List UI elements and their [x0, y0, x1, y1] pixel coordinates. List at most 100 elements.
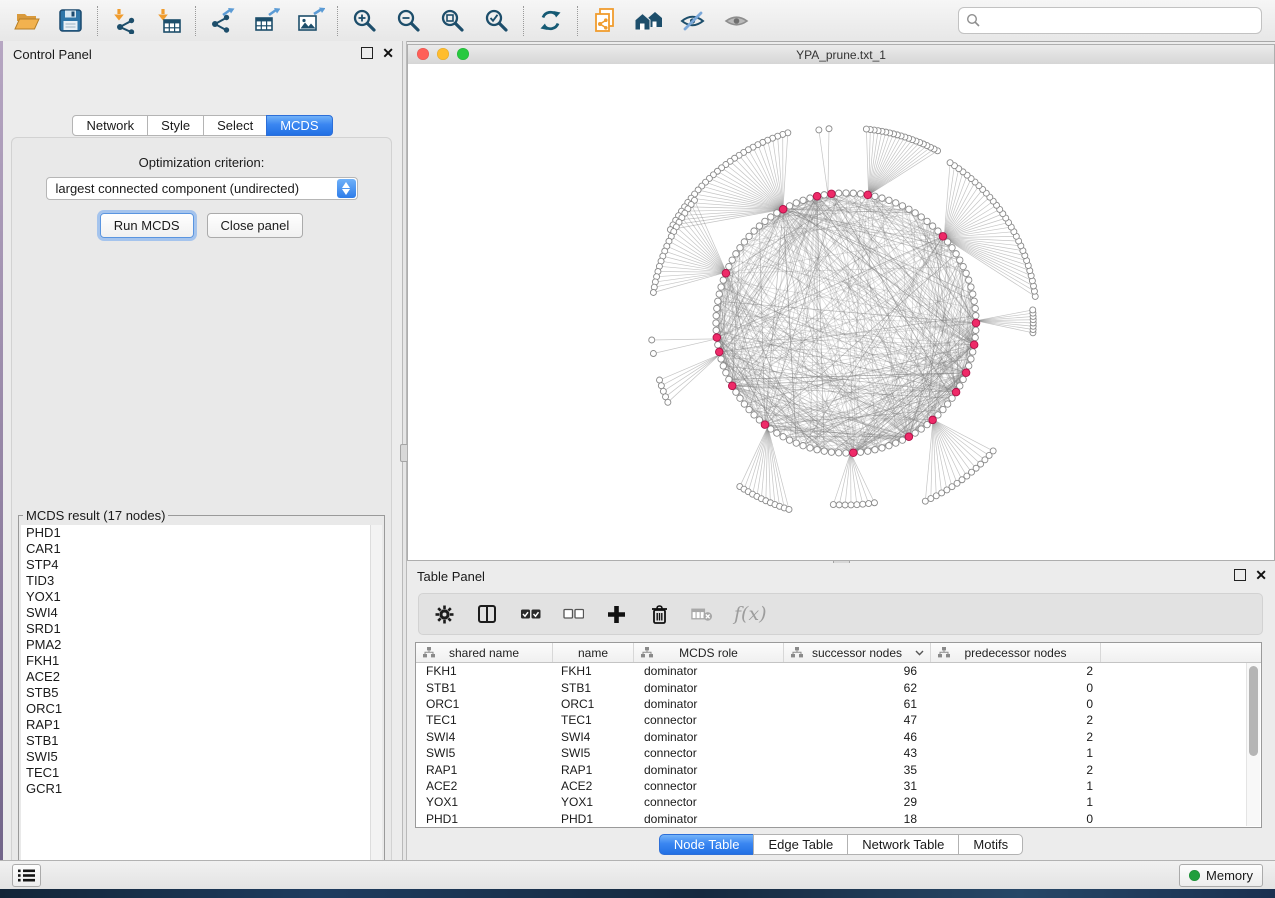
graph-hub-node[interactable]	[970, 341, 978, 349]
duplicate-network-icon[interactable]	[588, 4, 621, 37]
tab-node-table[interactable]: Node Table	[659, 834, 755, 855]
graph-node[interactable]	[968, 284, 974, 290]
memory-button[interactable]: Memory	[1179, 864, 1263, 887]
table-row[interactable]: YOX1YOX1connector291	[416, 794, 1261, 810]
graph-node[interactable]	[970, 291, 976, 297]
graph-hub-node[interactable]	[828, 190, 836, 198]
graph-node[interactable]	[857, 449, 863, 455]
graph-hub-node[interactable]	[813, 192, 821, 200]
graph-hub-node[interactable]	[905, 433, 913, 441]
window-close-button[interactable]	[417, 48, 429, 60]
graph-node[interactable]	[821, 448, 827, 454]
graph-hub-node[interactable]	[864, 191, 872, 199]
refresh-icon[interactable]	[534, 4, 567, 37]
table-row[interactable]: FKH1FKH1dominator962	[416, 663, 1261, 679]
graph-node[interactable]	[924, 218, 930, 224]
column-chooser-icon[interactable]	[476, 603, 498, 625]
graph-node[interactable]	[899, 437, 905, 443]
graph-node[interactable]	[746, 233, 752, 239]
result-node-yox1[interactable]: YOX1	[21, 589, 382, 605]
graph-node[interactable]	[733, 251, 739, 257]
graph-node[interactable]	[918, 214, 924, 220]
result-node-car1[interactable]: CAR1	[21, 541, 382, 557]
graph-node[interactable]	[828, 449, 834, 455]
graph-node[interactable]	[1030, 307, 1036, 313]
graph-node[interactable]	[918, 426, 924, 432]
table-settings-gear-icon[interactable]	[433, 603, 455, 625]
graph-node[interactable]	[807, 445, 813, 451]
graph-hub-node[interactable]	[962, 369, 970, 377]
graph-node[interactable]	[949, 245, 955, 251]
window-minimize-button[interactable]	[437, 48, 449, 60]
result-node-phd1[interactable]: PHD1	[21, 525, 382, 541]
graph-node[interactable]	[836, 450, 842, 456]
table-row[interactable]: PHD1PHD1dominator180	[416, 811, 1261, 827]
graph-node[interactable]	[872, 447, 878, 453]
deselect-all-icon[interactable]	[562, 603, 584, 625]
result-node-fkh1[interactable]: FKH1	[21, 653, 382, 669]
table-row[interactable]: TEC1TEC1connector472	[416, 712, 1261, 728]
graph-node[interactable]	[960, 263, 966, 269]
graph-node[interactable]	[800, 197, 806, 203]
graph-node[interactable]	[821, 192, 827, 198]
graph-node[interactable]	[944, 401, 950, 407]
graph-node[interactable]	[793, 440, 799, 446]
graph-node[interactable]	[716, 291, 722, 297]
graph-node[interactable]	[657, 377, 663, 383]
zoom-fit-icon[interactable]	[436, 4, 469, 37]
graph-node[interactable]	[929, 223, 935, 229]
graph-node[interactable]	[729, 257, 735, 263]
result-node-swi5[interactable]: SWI5	[21, 749, 382, 765]
graph-node[interactable]	[863, 126, 869, 132]
graph-node[interactable]	[826, 126, 832, 132]
graph-hub-node[interactable]	[761, 421, 769, 429]
graph-node[interactable]	[973, 313, 979, 319]
graph-node[interactable]	[649, 337, 655, 343]
graph-node[interactable]	[879, 445, 885, 451]
graph-hub-node[interactable]	[713, 334, 721, 342]
task-history-button[interactable]	[12, 864, 41, 887]
graph-node[interactable]	[665, 399, 671, 405]
select-all-icon[interactable]	[519, 603, 541, 625]
graph-node[interactable]	[836, 502, 842, 508]
column-header-mcds-role[interactable]: MCDS role	[634, 643, 784, 662]
graph-node[interactable]	[762, 218, 768, 224]
graph-node[interactable]	[774, 210, 780, 216]
graph-node[interactable]	[720, 363, 726, 369]
graph-node[interactable]	[720, 277, 726, 283]
graph-node[interactable]	[836, 190, 842, 196]
graph-node[interactable]	[854, 502, 860, 508]
tab-motifs[interactable]: Motifs	[958, 834, 1023, 855]
table-scrollbar-thumb[interactable]	[1249, 666, 1258, 756]
graph-node[interactable]	[726, 263, 732, 269]
export-image-icon[interactable]	[294, 4, 327, 37]
graph-node[interactable]	[972, 305, 978, 311]
float-window-icon[interactable]	[361, 47, 373, 59]
graph-node[interactable]	[814, 447, 820, 453]
graph-node[interactable]	[714, 305, 720, 311]
graph-hub-node[interactable]	[849, 449, 857, 457]
graph-node[interactable]	[746, 406, 752, 412]
table-row[interactable]: SWI5SWI5connector431	[416, 745, 1261, 761]
graph-node[interactable]	[970, 349, 976, 355]
graph-node[interactable]	[968, 356, 974, 362]
graph-node[interactable]	[733, 389, 739, 395]
graph-node[interactable]	[893, 440, 899, 446]
graph-node[interactable]	[848, 502, 854, 508]
result-node-tec1[interactable]: TEC1	[21, 765, 382, 781]
result-node-stp4[interactable]: STP4	[21, 557, 382, 573]
close-panel-button[interactable]: Close panel	[207, 213, 304, 238]
graph-node[interactable]	[899, 203, 905, 209]
optimization-criterion-dropdown[interactable]: largest connected component (undirected)	[46, 177, 358, 200]
graph-node[interactable]	[871, 500, 877, 506]
column-header-name[interactable]: name	[553, 643, 634, 662]
graph-hub-node[interactable]	[952, 388, 960, 396]
graph-node[interactable]	[786, 203, 792, 209]
graph-node[interactable]	[843, 190, 849, 196]
delete-column-icon[interactable]	[648, 603, 670, 625]
graph-node[interactable]	[718, 284, 724, 290]
table-row[interactable]: ORC1ORC1dominator610	[416, 696, 1261, 712]
result-node-stb1[interactable]: STB1	[21, 733, 382, 749]
float-window-icon[interactable]	[1234, 569, 1246, 581]
result-node-ace2[interactable]: ACE2	[21, 669, 382, 685]
